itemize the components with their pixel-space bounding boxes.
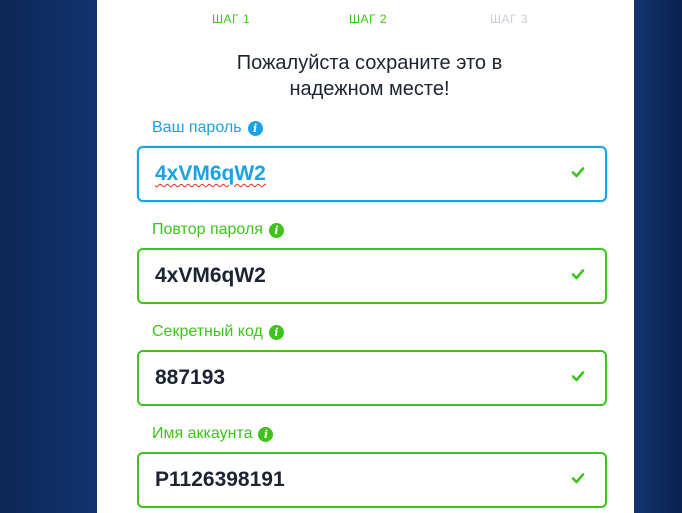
check-icon [571,371,585,382]
password-value[interactable]: 4xVM6qW2 [155,162,266,186]
password-label: Ваш пароль i [152,119,263,137]
page-title: Пожалуйста сохраните это в надежном мест… [97,50,634,102]
step-3: ШАГ 3 [490,12,529,26]
password-repeat-field[interactable]: 4xVM6qW2 [137,248,607,304]
check-icon [571,269,585,280]
info-icon[interactable]: i [268,324,284,340]
page-title-line-2: надежном месте! [289,78,450,100]
password-field[interactable]: 4xVM6qW2 [137,146,607,202]
account-name-label-text: Имя аккаунта [152,425,253,442]
info-icon[interactable]: i [247,120,263,136]
password-repeat-label-text: Повтор пароля [152,221,263,238]
page-background-left [0,0,97,513]
info-icon[interactable]: i [268,222,284,238]
page-title-line-1: Пожалуйста сохраните это в [236,52,503,74]
registration-modal: ШАГ 1 ШАГ 2 ШАГ 3 Пожалуйста сохраните э… [97,0,634,513]
account-name-label: Имя аккаунта i [152,425,274,443]
password-label-text: Ваш пароль [152,119,242,136]
account-name-value[interactable]: P1126398191 [155,468,285,492]
info-icon[interactable]: i [258,426,274,442]
secret-code-label-text: Секретный код [152,323,263,340]
password-repeat-value[interactable]: 4xVM6qW2 [155,264,266,288]
secret-code-value[interactable]: 887193 [155,366,225,390]
check-icon [571,473,585,484]
password-repeat-label: Повтор пароля i [152,221,284,239]
step-indicator: ШАГ 1 ШАГ 2 ШАГ 3 [97,12,634,28]
secret-code-field[interactable]: 887193 [137,350,607,406]
secret-code-label: Секретный код i [152,323,284,341]
page-background-right [634,0,682,513]
account-name-field[interactable]: P1126398191 [137,452,607,508]
check-icon [571,167,585,178]
step-1: ШАГ 1 [212,12,251,26]
step-2: ШАГ 2 [349,12,388,26]
